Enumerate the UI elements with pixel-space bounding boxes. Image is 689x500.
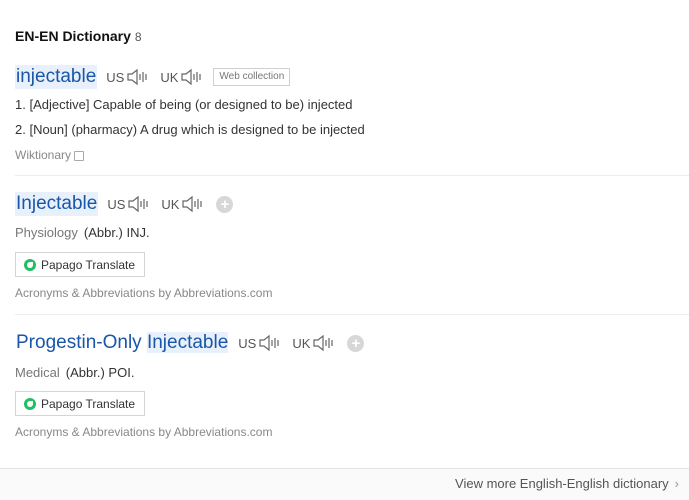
headword-link[interactable]: Injectable xyxy=(15,192,99,216)
speaker-icon[interactable] xyxy=(313,334,337,352)
definition-1: 1. [Adjective] Capable of being (or desi… xyxy=(15,97,353,112)
web-collection-tag: Web collection xyxy=(213,68,291,86)
headword-link[interactable]: Progestin-Only Injectable xyxy=(15,331,229,355)
pron-us[interactable]: US xyxy=(106,68,151,86)
meaning-text: (Abbr.) INJ. xyxy=(83,225,150,240)
pron-us-label: US xyxy=(106,69,125,85)
papago-label: Papago Translate xyxy=(41,396,136,411)
view-more-label: View more English-English dictionary xyxy=(455,476,669,491)
papago-label: Papago Translate xyxy=(41,257,136,272)
meaning-text: (Abbr.) POI. xyxy=(65,365,135,380)
pron-us-label: US xyxy=(107,196,126,212)
pron-uk-label: UK xyxy=(161,196,180,212)
pron-uk[interactable]: UK xyxy=(160,68,205,86)
source-label: Wiktionary xyxy=(15,148,72,162)
section-title: EN-EN Dictionary 8 xyxy=(15,28,142,44)
result-count: 8 xyxy=(134,30,142,44)
entry-progestin-only-injectable: Progestin-Only Injectable US UK + Medica… xyxy=(15,330,689,439)
speaker-icon[interactable] xyxy=(181,68,205,86)
papago-icon xyxy=(24,397,36,410)
source-wiktionary[interactable]: Wiktionary xyxy=(15,148,689,162)
source-abbreviations[interactable]: Acronyms & Abbreviations by Abbreviation… xyxy=(15,286,689,300)
speaker-icon[interactable] xyxy=(127,68,151,86)
field-label: Medical xyxy=(15,365,60,380)
divider xyxy=(15,314,689,315)
entry-injectable: injectable US UK Web collection 1. [Adje… xyxy=(15,64,689,162)
pron-us[interactable]: US xyxy=(238,334,283,352)
papago-translate-button[interactable]: Papago Translate xyxy=(15,391,146,416)
pron-us[interactable]: US xyxy=(107,195,152,213)
source-abbreviations[interactable]: Acronyms & Abbreviations by Abbreviation… xyxy=(15,425,689,439)
speaker-icon[interactable] xyxy=(259,334,283,352)
field-label: Physiology xyxy=(15,225,78,240)
pron-uk-label: UK xyxy=(160,69,179,85)
view-more-link[interactable]: View more English-English dictionary › xyxy=(455,476,679,491)
external-link-icon xyxy=(74,150,85,161)
papago-translate-button[interactable]: Papago Translate xyxy=(15,252,146,277)
divider xyxy=(15,175,689,176)
pron-uk[interactable]: UK xyxy=(161,195,206,213)
speaker-icon[interactable] xyxy=(182,195,206,213)
pron-us-label: US xyxy=(238,335,257,351)
pron-uk-label: UK xyxy=(292,335,311,351)
add-to-wordbook-icon[interactable]: + xyxy=(216,195,234,213)
footer: View more English-English dictionary › xyxy=(0,468,689,500)
add-to-wordbook-icon[interactable]: + xyxy=(347,334,365,352)
entry-injectable-abbr: Injectable US UK + Physiology (Abbr.) INJ… xyxy=(15,191,689,300)
headword-link[interactable]: injectable xyxy=(15,65,98,89)
speaker-icon[interactable] xyxy=(128,195,152,213)
definition-2: 2. [Noun] (pharmacy) A drug which is des… xyxy=(15,122,365,137)
section-title-text: EN-EN Dictionary xyxy=(15,28,131,44)
chevron-right-icon: › xyxy=(674,476,679,491)
papago-icon xyxy=(24,258,36,271)
headword-prefix: Progestin-Only xyxy=(16,332,147,353)
headword-highlight: Injectable xyxy=(146,332,229,353)
pron-uk[interactable]: UK xyxy=(292,334,337,352)
